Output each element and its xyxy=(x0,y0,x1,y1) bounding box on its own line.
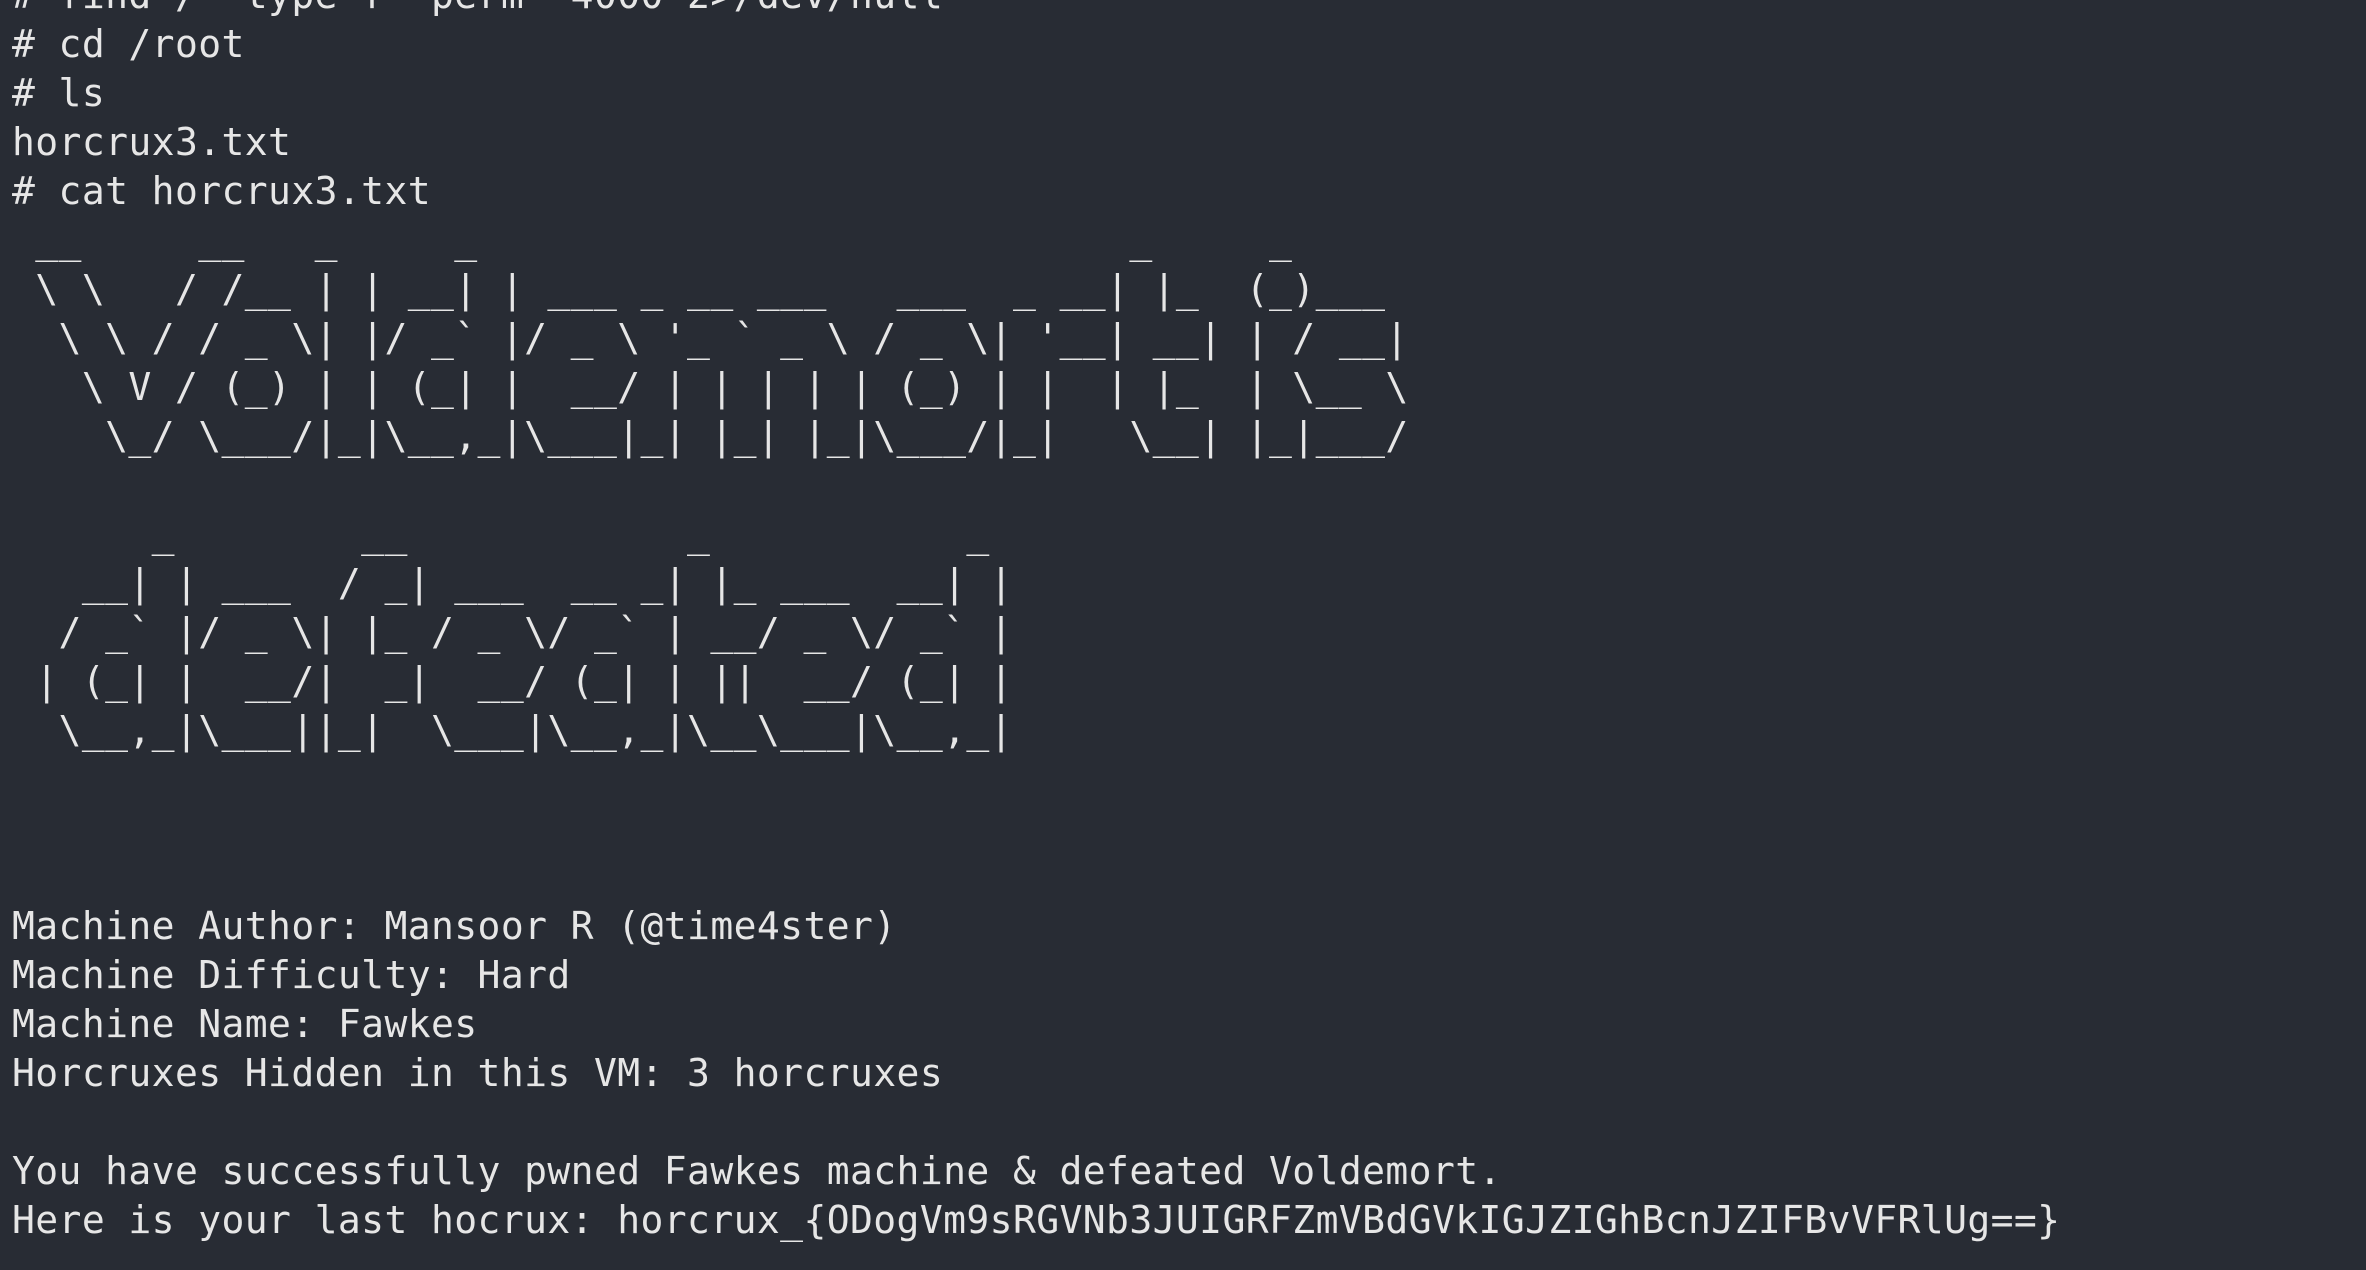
terminal-window[interactable]: # find / -type f -perm -4000 2>/dev/null… xyxy=(0,0,2366,1270)
machine-difficulty: Machine Difficulty: Hard xyxy=(12,953,571,997)
terminal-line-cd-root: # cd /root xyxy=(12,22,245,66)
success-message: You have successfully pwned Fawkes machi… xyxy=(12,1149,1502,1193)
terminal-line-cat-horcrux: # cat horcrux3.txt xyxy=(12,169,432,213)
terminal-line-ls-output: horcrux3.txt xyxy=(12,120,292,164)
terminal-line-ls: # ls xyxy=(12,71,106,115)
ascii-art-banner: __ __ _ _ _ _ \ \ / /__ | | __| | ___ _ … xyxy=(35,218,1409,752)
machine-author: Machine Author: Mansoor R (@time4ster) xyxy=(12,904,897,948)
horcruxes-count: Horcruxes Hidden in this VM: 3 horcruxes xyxy=(12,1051,944,1095)
last-horcrux-flag: Here is your last hocrux: horcrux_{ODogV… xyxy=(12,1198,2061,1242)
machine-name: Machine Name: Fawkes xyxy=(12,1002,478,1046)
terminal-line-partial-command: # find / -type f -perm -4000 2>/dev/null xyxy=(0,0,2366,20)
